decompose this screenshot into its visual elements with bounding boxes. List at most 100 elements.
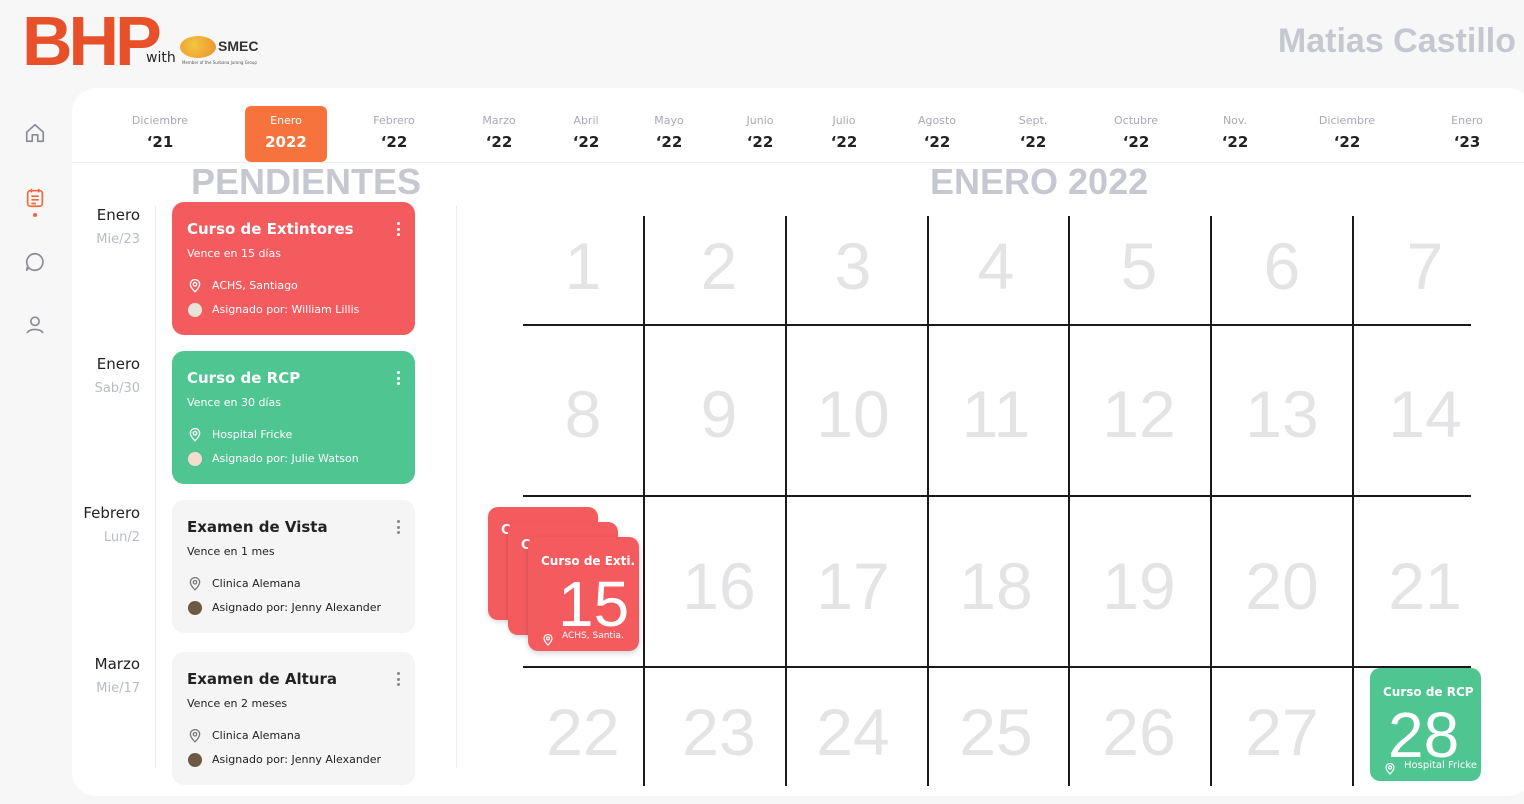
item-month: Marzo [94, 655, 140, 673]
grid-line [785, 216, 787, 786]
calendar-day[interactable]: 1 [528, 228, 638, 304]
calendar-day[interactable]: 13 [1227, 376, 1337, 452]
grid-line [523, 495, 1471, 497]
card-assigned: Asignado por: Julie Watson [212, 452, 359, 465]
card-due: Vence en 2 meses [187, 697, 288, 710]
month-oct-22[interactable]: Octubre ‘22 [1095, 106, 1177, 162]
calendar-day[interactable]: 5 [1084, 228, 1194, 304]
calendar-day[interactable]: 18 [941, 548, 1051, 624]
location-pin-icon [1384, 760, 1396, 775]
calendar-day[interactable]: 7 [1370, 228, 1480, 304]
calendar-day[interactable]: 24 [798, 694, 908, 770]
calendar-day[interactable]: 10 [798, 376, 908, 452]
calendar-day[interactable]: 20 [1227, 548, 1337, 624]
avatar [188, 303, 202, 317]
calendar-day[interactable]: 21 [1370, 548, 1480, 624]
calendar-day[interactable]: 6 [1227, 228, 1337, 304]
more-icon[interactable] [396, 520, 400, 534]
calendar-day[interactable]: 2 [664, 228, 774, 304]
item-month: Febrero [83, 504, 140, 522]
grid-line [523, 666, 1471, 668]
item-day: Mie/23 [96, 232, 140, 247]
month-jun-22[interactable]: Junio ‘22 [719, 106, 801, 162]
month-feb-22[interactable]: Febrero ‘22 [353, 106, 435, 162]
card-title: Examen de Altura [187, 670, 337, 688]
location-pin-icon [188, 278, 202, 293]
more-icon[interactable] [396, 672, 400, 686]
month-ene-23[interactable]: Enero ‘23 [1426, 106, 1508, 162]
more-icon[interactable] [396, 371, 400, 385]
card-location: Clinica Alemana [212, 577, 301, 590]
card-assigned: Asignado por: William Lillis [212, 303, 360, 316]
pending-card-rcp[interactable]: Curso de RCP Vence en 30 días Hospital F… [172, 351, 415, 484]
event-location: Hospital Fricke [1404, 760, 1477, 771]
month-abr-22[interactable]: Abril ‘22 [545, 106, 627, 162]
month-ago-22[interactable]: Agosto ‘22 [896, 106, 978, 162]
month-mar-22[interactable]: Marzo ‘22 [458, 106, 540, 162]
bhp-logo: BHP [22, 2, 162, 80]
smec-globe-icon [180, 36, 216, 58]
calendar-day[interactable]: 4 [941, 228, 1051, 304]
more-icon[interactable] [396, 222, 400, 236]
calendar-day[interactable]: 25 [941, 694, 1051, 770]
month-dic-22[interactable]: Diciembre ‘22 [1306, 106, 1388, 162]
event-location: ACHS, Santia. [562, 631, 624, 641]
grid-line [1068, 216, 1070, 786]
calendar-day[interactable]: 27 [1227, 694, 1337, 770]
smec-tagline: Member of the Surbana Jurong Group [182, 60, 257, 65]
pending-card-extintores[interactable]: Curso de Extintores Vence en 15 días ACH… [172, 202, 415, 335]
pending-title: PENDIENTES [191, 161, 422, 202]
calendar-day[interactable]: 23 [664, 694, 774, 770]
calendar-day[interactable]: 11 [941, 376, 1051, 452]
month-ene-22[interactable]: Enero 2022 [245, 106, 327, 162]
calendar-day[interactable]: 12 [1084, 376, 1194, 452]
calendar-day[interactable]: 26 [1084, 694, 1194, 770]
home-icon[interactable] [22, 120, 48, 146]
calendar-day[interactable]: 19 [1084, 548, 1194, 624]
chat-icon[interactable] [22, 249, 48, 275]
card-location: Clinica Alemana [212, 729, 301, 742]
calendar-day[interactable]: 16 [664, 548, 774, 624]
calendar-day[interactable]: 22 [528, 694, 638, 770]
calendar-day[interactable]: 8 [528, 376, 638, 452]
pending-card-vista[interactable]: Examen de Vista Vence en 1 mes Clinica A… [172, 500, 415, 633]
user-icon[interactable] [22, 312, 48, 338]
card-location: ACHS, Santiago [212, 279, 298, 292]
item-day: Lun/2 [103, 530, 140, 545]
month-jul-22[interactable]: Julio ‘22 [803, 106, 885, 162]
calendar-day[interactable]: 3 [798, 228, 908, 304]
card-title: Curso de RCP [187, 369, 301, 387]
calendar-day[interactable]: 17 [798, 548, 908, 624]
location-pin-icon [542, 631, 554, 646]
location-pin-icon [188, 427, 202, 442]
timeline-divider [155, 206, 156, 768]
calendar-title: ENERO 2022 [930, 161, 1149, 202]
card-assigned: Asignado por: Jenny Alexander [212, 753, 382, 766]
location-pin-icon [188, 576, 202, 591]
calendar-day[interactable]: 9 [664, 376, 774, 452]
avatar [188, 601, 202, 615]
month-may-22[interactable]: Mayo ‘22 [628, 106, 710, 162]
card-due: Vence en 15 días [187, 247, 281, 260]
card-assigned: Asignado por: Jenny Alexander [212, 601, 382, 614]
month-dic-21[interactable]: Diciembre ‘21 [119, 106, 201, 162]
grid-line [1210, 216, 1212, 786]
month-nov-22[interactable]: Nov. ‘22 [1194, 106, 1276, 162]
month-sep-22[interactable]: Sept. ‘22 [992, 106, 1074, 162]
user-name[interactable]: Matias Castillo [1278, 22, 1516, 61]
event-card-28[interactable]: Curso de RCP 28 Hospital Fricke [1370, 668, 1481, 781]
item-month: Enero [96, 355, 140, 373]
grid-line [643, 216, 645, 786]
avatar [188, 452, 202, 466]
calendar-day[interactable]: 14 [1370, 376, 1480, 452]
checklist-icon[interactable] [22, 185, 48, 211]
item-day: Mie/17 [96, 681, 140, 696]
location-pin-icon [188, 728, 202, 743]
event-card-15[interactable]: Curso de Exti. 15 ACHS, Santia. [528, 537, 639, 651]
card-due: Vence en 30 días [187, 396, 281, 409]
grid-line [1352, 216, 1354, 786]
item-day: Sab/30 [94, 381, 140, 396]
event-day: 15 [558, 568, 630, 640]
event-title: Curso de RCP [1383, 685, 1474, 699]
pending-card-altura[interactable]: Examen de Altura Vence en 2 meses Clinic… [172, 652, 415, 785]
